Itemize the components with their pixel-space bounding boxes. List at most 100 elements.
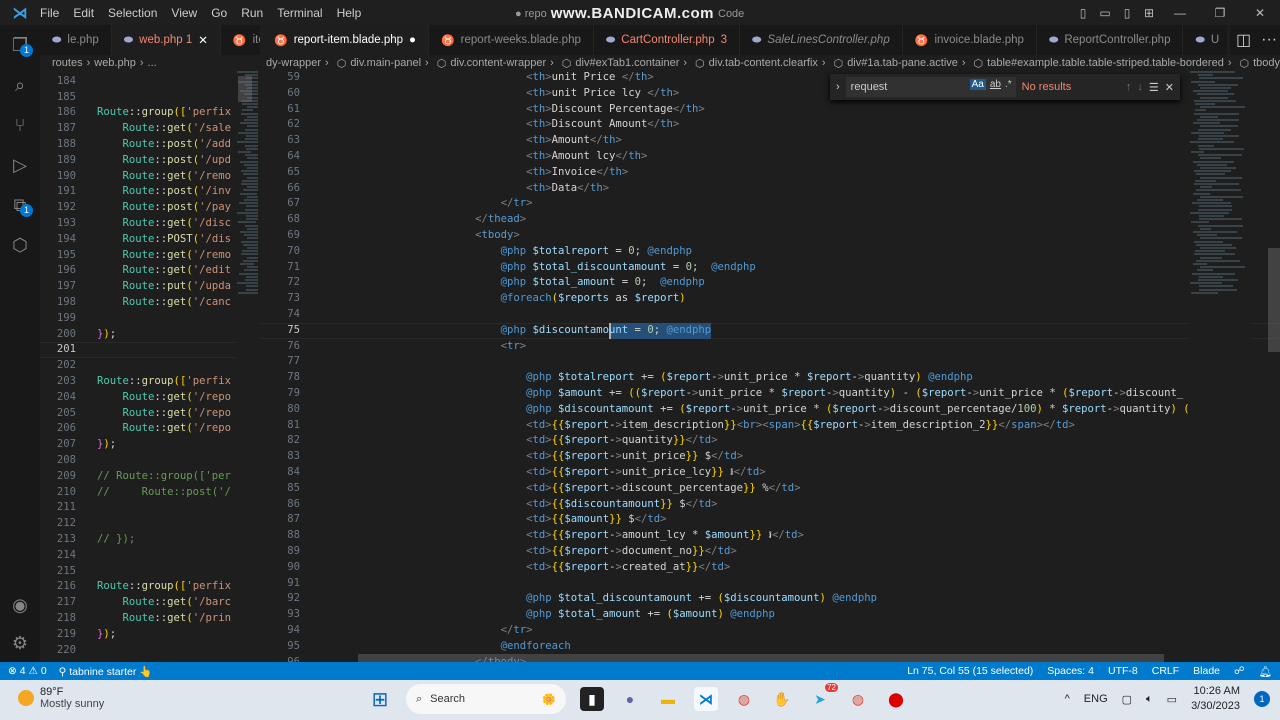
tab-report-item-blade-php[interactable]: ♉ report-item.blade.php ● <box>262 25 429 55</box>
task-view-icon[interactable]: ▮ <box>580 687 604 711</box>
close-tab-icon[interactable]: ✕ <box>198 33 208 47</box>
tab-le-php[interactable]: ⬬ le.php <box>40 25 112 55</box>
horizontal-scrollbar-thumb[interactable] <box>358 654 1164 662</box>
volume-icon[interactable]: 🔈︎ <box>1146 693 1153 706</box>
tabnine-status[interactable]: ⚲ tabnine starter 👆 <box>59 665 153 678</box>
customize-layout-icon[interactable]: ⊞ <box>1138 6 1160 20</box>
menu-go[interactable]: Go <box>211 6 227 20</box>
notifications-bell-icon[interactable]: 🔔︎ <box>1259 665 1272 678</box>
minimap-line <box>246 247 258 249</box>
menu-edit[interactable]: Edit <box>73 6 94 20</box>
minimap[interactable] <box>237 71 258 662</box>
tab-ite[interactable]: ♉ ite <box>221 25 260 55</box>
breadcrumb-item[interactable]: tbody <box>1253 57 1280 69</box>
breadcrumb-item[interactable]: div#1a.tab-pane.active <box>847 57 958 69</box>
network-icon[interactable]: ▢ <box>1122 693 1132 706</box>
breadcrumb-item[interactable]: div.main-panel <box>350 57 421 69</box>
find-in-selection-icon[interactable]: ☰ <box>1149 81 1159 94</box>
show-hidden-icons-chevron-icon[interactable]: ^ <box>1065 693 1070 705</box>
whole-word-toggle[interactable]: ab <box>990 79 1001 90</box>
left-scrollbar-thumb[interactable] <box>238 76 252 102</box>
tab-label: ReportController.php <box>1064 34 1171 46</box>
breadcrumb-item[interactable]: dy-wrapper <box>266 57 321 69</box>
menu-file[interactable]: File <box>40 6 59 20</box>
notification-badge[interactable]: 1 <box>1254 691 1270 707</box>
menu-view[interactable]: View <box>171 6 197 20</box>
chrome-profile-icon[interactable]: ◍ <box>732 687 756 711</box>
breadcrumb-item[interactable]: ... <box>148 57 157 69</box>
file-explorer-icon[interactable]: ▬ <box>656 687 680 711</box>
search-icon[interactable]: ⌕ <box>0 65 40 105</box>
right-editor[interactable]: 59 <th>unit Price </th> 60 <th>unit Price… <box>260 71 1280 662</box>
close-window-button[interactable]: ✕ <box>1240 6 1280 20</box>
breadcrumb-item[interactable]: div#exTab1.container <box>575 57 679 69</box>
tab-u[interactable]: ⬬ U <box>1183 25 1227 55</box>
indentation[interactable]: Spaces: 4 <box>1047 665 1094 678</box>
app-icon[interactable]: ✋ <box>770 687 794 711</box>
breadcrumb-item[interactable]: table#example.table.table-striped.table-… <box>987 57 1224 69</box>
problems-indicator[interactable]: ⊗ 4 ⚠ 0 <box>8 665 47 677</box>
remote-explorer-icon[interactable]: ⬡ <box>0 225 40 265</box>
split-editor-icon[interactable]: ◫ <box>1236 30 1251 50</box>
manage-gear-icon[interactable]: ⚙ <box>0 623 40 663</box>
weather-condition: Mostly sunny <box>40 698 105 710</box>
breadcrumb-item[interactable]: routes <box>52 57 83 69</box>
tab-salelinescontroller-php[interactable]: ⬬ SaleLinesController.php <box>740 25 903 55</box>
vertical-scrollbar-thumb[interactable] <box>1268 248 1280 352</box>
unsaved-dot-icon[interactable]: ● <box>409 34 416 46</box>
extensions-icon[interactable]: ⧉ 1 <box>0 185 40 225</box>
menu-bar: File Edit Selection View Go Run Terminal Help <box>40 6 375 20</box>
menu-run[interactable]: Run <box>241 6 263 20</box>
cursor-position[interactable]: Ln 75, Col 55 (15 selected) <box>907 665 1033 678</box>
tab-invoice-blade-php[interactable]: ♉ invoice.blade.php <box>903 25 1037 55</box>
start-windows-icon[interactable]: ⊞ <box>368 687 392 711</box>
language-mode[interactable]: Blade <box>1193 665 1220 678</box>
battery-icon[interactable]: ▭ <box>1167 693 1177 706</box>
bandicam-record-icon[interactable]: ⬤ <box>884 687 908 711</box>
run-debug-icon[interactable]: ▷ <box>0 145 40 185</box>
minimize-button[interactable]: — <box>1160 6 1200 20</box>
menu-terminal[interactable]: Terminal <box>277 6 322 20</box>
source-control-icon[interactable]: ⑂ <box>0 105 40 145</box>
explorer-icon[interactable]: ❐ 1 <box>0 25 40 65</box>
previous-match-arrow-icon[interactable]: ↑ <box>1126 81 1132 93</box>
left-editor[interactable]: 183});184185186Route::group(['perfix187 … <box>40 71 258 662</box>
tab-reportcontroller-php[interactable]: ⬬ ReportController.php <box>1037 25 1184 55</box>
toggle-sidebar-icon[interactable]: ▯ <box>1072 6 1094 20</box>
code-line: 73 @foreach($reports as $report) <box>260 291 1280 307</box>
telegram-icon[interactable]: ➤ 72 <box>808 683 838 711</box>
breadcrumb-item[interactable]: div.tab-content.clearfix <box>709 57 818 69</box>
menu-help[interactable]: Help <box>337 6 362 20</box>
maximize-button[interactable]: ❐ <box>1200 6 1240 20</box>
vscode-taskbar-icon[interactable]: ⋊ <box>694 687 718 711</box>
teams-chat-icon[interactable]: ● <box>618 687 642 711</box>
close-find-icon[interactable]: ✕ <box>1165 81 1174 94</box>
clock[interactable]: 10:26 AM 3/30/2023 <box>1191 684 1240 714</box>
accounts-icon[interactable]: ◉ <box>0 585 40 625</box>
end-of-line[interactable]: CRLF <box>1152 665 1179 678</box>
weather-widget[interactable]: 89°F Mostly sunny <box>18 686 104 710</box>
minimap[interactable] <box>1190 71 1250 662</box>
breadcrumb-item[interactable]: web.php <box>94 57 136 69</box>
more-actions-icon[interactable]: ··· <box>1261 31 1277 49</box>
code-text: Route::post('/upd <box>122 153 231 166</box>
find-input[interactable]: request Aa ab .* <box>845 77 1016 97</box>
tab-report-weeks-blade-php[interactable]: ♉ report-weeks.blade.php <box>429 25 594 55</box>
chrome-icon[interactable]: ◍ <box>846 687 870 711</box>
menu-selection[interactable]: Selection <box>108 6 157 20</box>
toggle-replace-chevron-icon[interactable]: › <box>836 81 840 93</box>
input-language[interactable]: ENG <box>1084 693 1108 705</box>
feedback-icon[interactable]: ☍ <box>1234 665 1245 678</box>
tab-cartcontroller-php[interactable]: ⬬ CartController.php 3 <box>594 25 740 55</box>
right-breadcrumb: dy-wrapper › ⬡ div.main-panel › ⬡ div.content-… <box>266 55 1280 71</box>
encoding[interactable]: UTF-8 <box>1108 665 1138 678</box>
minimap-line <box>239 160 258 163</box>
next-match-arrow-icon[interactable]: ↓ <box>1137 81 1143 93</box>
toggle-panel-icon[interactable]: ▭ <box>1094 6 1116 20</box>
breadcrumb-item[interactable]: div.content-wrapper <box>450 57 546 69</box>
match-case-toggle[interactable]: Aa <box>969 79 986 90</box>
regex-toggle[interactable]: .* <box>1005 79 1012 90</box>
tab-web-php-1[interactable]: ⬬ web.php 1 ✕ <box>111 25 221 55</box>
toggle-secondary-sidebar-icon[interactable]: ▯ <box>1116 6 1138 20</box>
taskbar-search[interactable]: ⌕ Search 🌼 <box>406 684 566 714</box>
